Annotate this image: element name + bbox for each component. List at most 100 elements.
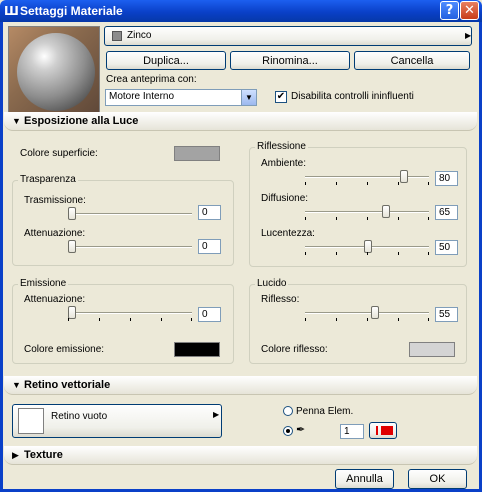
gloss-color-label: Colore riflesso: (261, 344, 328, 355)
slider-tick (398, 217, 399, 220)
emission-attenuation-slider[interactable] (68, 312, 192, 314)
slider-tick (68, 318, 69, 321)
slider-tick (428, 318, 429, 321)
diffusion-input[interactable]: 65 (435, 205, 458, 220)
render-engine-select[interactable]: Motore Interno ▼ (105, 89, 257, 106)
transparency-title: Trasparenza (18, 174, 78, 186)
custom-pen-radio[interactable] (283, 426, 293, 436)
section-light-title: Esposizione alla Luce (24, 115, 139, 127)
help-button[interactable]: ? (440, 1, 459, 20)
disable-label: Disabilita controlli ininfluenti (291, 91, 414, 102)
emission-attenuation-label: Attenuazione: (24, 294, 86, 305)
disable-checkbox[interactable]: ✔ (275, 91, 287, 103)
slider-tick (398, 318, 399, 321)
slider-tick (367, 217, 368, 220)
pen-icon: ✒ (296, 423, 306, 436)
slider-tick (99, 318, 100, 321)
shininess-input[interactable]: 50 (435, 240, 458, 255)
gloss-reflection-label: Riflesso: (261, 294, 300, 305)
help-icon: ? (445, 3, 454, 18)
slider-tick (305, 217, 306, 220)
gloss-color-swatch[interactable] (409, 342, 455, 357)
section-vector-title: Retino vettoriale (24, 379, 111, 391)
expanded-arrow-icon: ▼ (12, 116, 21, 126)
shininess-ticks (305, 252, 429, 255)
transparency-attenuation-slider-thumb[interactable] (68, 240, 76, 253)
transmission-input[interactable]: 0 (198, 205, 221, 220)
rename-button[interactable]: Rinomina... (230, 51, 350, 70)
transmission-label: Trasmissione: (24, 195, 86, 206)
emission-color-label: Colore emissione: (24, 344, 105, 355)
pen-number-input[interactable]: 1 (340, 424, 364, 439)
reflection-title: Riflessione (255, 141, 308, 153)
close-button[interactable]: ✕ (460, 1, 479, 20)
diffusion-label: Diffusione: (261, 193, 309, 204)
delete-button[interactable]: Cancella (354, 51, 470, 70)
emission-title: Emissione (18, 278, 69, 290)
fill-pattern-preview (18, 408, 44, 434)
transmission-slider-thumb[interactable] (68, 207, 76, 220)
pen-element-label: Penna Elem. (296, 406, 354, 417)
expanded-arrow-icon: ▼ (12, 380, 21, 390)
radio-dot (286, 429, 290, 433)
pen-color-swatch (381, 426, 393, 435)
section-texture-title: Texture (24, 449, 63, 461)
slider-tick (428, 217, 429, 220)
slider-tick (305, 252, 306, 255)
transparency-attenuation-slider[interactable] (68, 246, 192, 248)
section-light-header[interactable]: ▼ Esposizione alla Luce (4, 112, 477, 131)
pen-element-radio[interactable] (283, 406, 293, 416)
diffusion-ticks (305, 217, 429, 220)
cancel-button[interactable]: Annulla (335, 469, 394, 489)
surface-color-swatch[interactable] (174, 146, 220, 161)
surface-color-label: Colore superficie: (20, 148, 98, 159)
material-swatch (112, 31, 122, 41)
slider-tick (367, 182, 368, 185)
title-bar[interactable]: Ш Settaggi Materiale ? ✕ (0, 0, 482, 22)
transparency-attenuation-input[interactable]: 0 (198, 239, 221, 254)
diffusion-slider[interactable] (305, 211, 429, 213)
collapsed-arrow-icon: ▶ (12, 450, 19, 460)
shininess-label: Lucentezza: (261, 228, 315, 239)
material-select[interactable]: Zinco ▶ (104, 26, 472, 46)
slider-tick (336, 252, 337, 255)
slider-tick (336, 182, 337, 185)
fill-pattern-select[interactable]: Retino vuoto ▶ (12, 404, 222, 438)
ok-button[interactable]: OK (408, 469, 467, 489)
app-icon: Ш (4, 4, 19, 18)
ambient-input[interactable]: 80 (435, 171, 458, 186)
emission-color-swatch[interactable] (174, 342, 220, 357)
pen-color-divider (376, 426, 378, 435)
check-icon: ✔ (276, 91, 286, 102)
preview-sphere (17, 33, 95, 111)
slider-tick (336, 217, 337, 220)
dropdown-arrow-icon: ▼ (241, 90, 256, 105)
gloss-ticks (305, 318, 429, 321)
section-vector-header[interactable]: ▼ Retino vettoriale (4, 376, 477, 395)
transmission-slider[interactable] (68, 213, 192, 215)
duplicate-button[interactable]: Duplica... (106, 51, 226, 70)
ambient-slider[interactable] (305, 176, 429, 178)
render-engine-value: Motore Interno (109, 91, 175, 102)
slider-tick (428, 182, 429, 185)
pen-color-button[interactable] (369, 422, 397, 439)
emission-attenuation-input[interactable]: 0 (198, 307, 221, 322)
gloss-reflection-input[interactable]: 55 (435, 307, 458, 322)
material-name: Zinco (127, 30, 152, 41)
slider-tick (305, 182, 306, 185)
close-icon: ✕ (464, 3, 475, 18)
slider-tick (367, 318, 368, 321)
slider-tick (367, 252, 368, 255)
gloss-reflection-slider[interactable] (305, 312, 429, 314)
fill-pattern-label: Retino vuoto (51, 411, 108, 422)
gloss-title: Lucido (255, 278, 289, 290)
section-texture-header[interactable]: ▶ Texture (4, 446, 477, 465)
slider-tick (305, 318, 306, 321)
preview-label: Crea anteprima con: (106, 74, 197, 85)
slider-tick (130, 318, 131, 321)
emission-ticks (68, 318, 192, 321)
transparency-attenuation-label: Attenuazione: (24, 228, 86, 239)
ambient-label: Ambiente: (261, 158, 307, 169)
window-title: Settaggi Materiale (20, 4, 123, 18)
slider-tick (428, 252, 429, 255)
